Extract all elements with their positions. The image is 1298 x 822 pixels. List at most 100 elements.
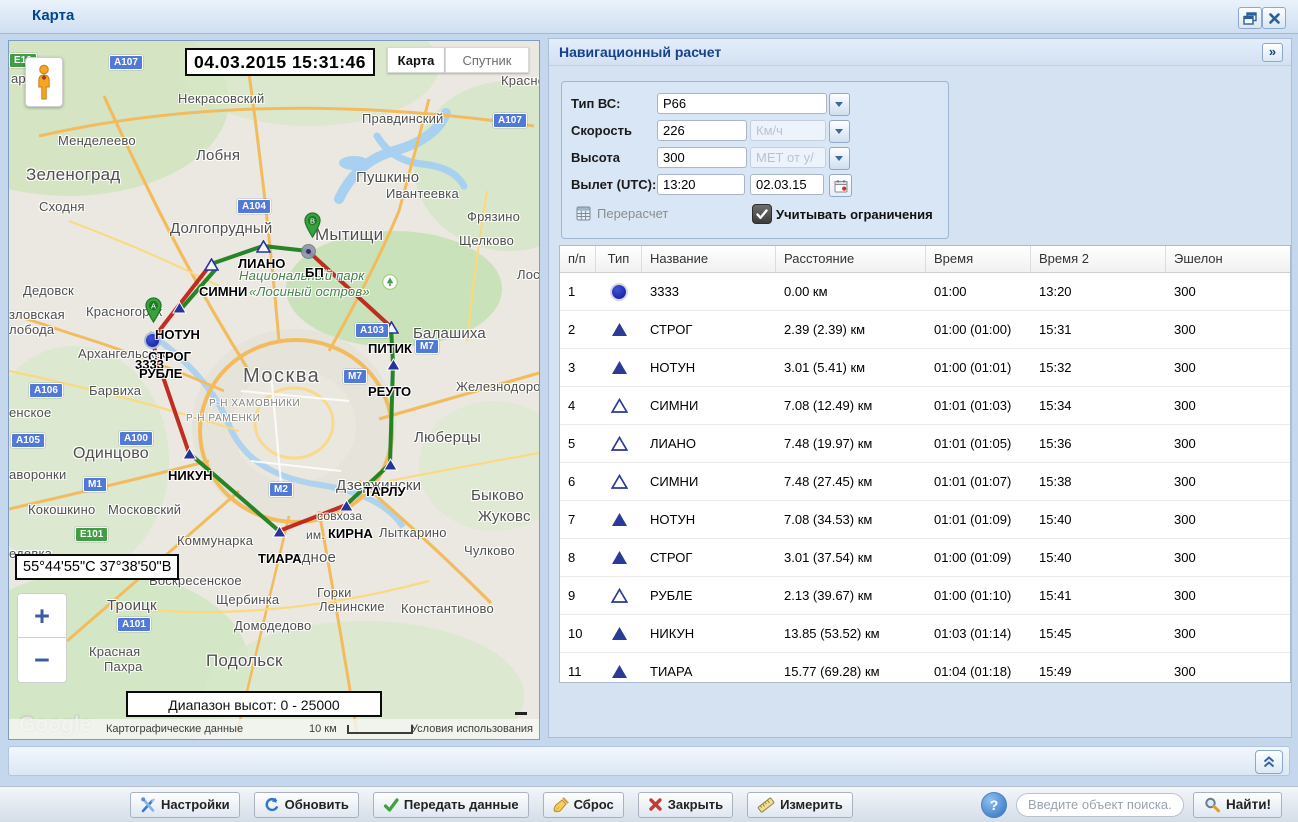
flight-level: 300 bbox=[1166, 284, 1290, 299]
row-number: 4 bbox=[560, 398, 596, 413]
table-row[interactable]: 7НОТУН7.08 (34.53) км01:01 (01:09)15:403… bbox=[560, 501, 1290, 539]
time2: 15:34 bbox=[1031, 398, 1166, 413]
close-button[interactable]: Закрыть bbox=[638, 792, 733, 818]
distance: 7.08 (12.49) км bbox=[776, 398, 926, 413]
time: 01:03 (01:14) bbox=[926, 626, 1031, 641]
reset-button-label: Сброс bbox=[574, 797, 614, 812]
refresh-button[interactable]: Обновить bbox=[254, 792, 359, 818]
table-row[interactable]: 8СТРОГ3.01 (37.54) км01:00 (01:09)15:403… bbox=[560, 539, 1290, 577]
help-button[interactable]: ? bbox=[981, 792, 1007, 818]
distance: 15.77 (69.28) км bbox=[776, 664, 926, 679]
marker-pin-a[interactable]: A bbox=[145, 297, 162, 323]
zoom-out-button[interactable]: − bbox=[17, 638, 67, 683]
altitude-input[interactable] bbox=[657, 147, 747, 168]
table-row[interactable]: 10НИКУН13.85 (53.52) км01:03 (01:14)15:4… bbox=[560, 615, 1290, 653]
distance: 2.13 (39.67) км bbox=[776, 588, 926, 603]
table-row[interactable]: 4СИМНИ7.08 (12.49) км01:01 (01:03)15:343… bbox=[560, 387, 1290, 425]
table-row[interactable]: 133330.00 км01:0013:20300 bbox=[560, 273, 1290, 311]
flight-level: 300 bbox=[1166, 512, 1290, 527]
zoom-control: + − bbox=[17, 593, 67, 683]
altitude-unit-dropdown-button[interactable] bbox=[829, 147, 850, 170]
row-number: 5 bbox=[560, 436, 596, 451]
distance: 0.00 км bbox=[776, 284, 926, 299]
status-bar bbox=[8, 746, 1290, 776]
map-view-button[interactable]: Карта bbox=[387, 47, 445, 73]
route-table-header: п/пТипНазваниеРасстояниеВремяВремя 2Эшел… bbox=[560, 246, 1290, 273]
table-row[interactable]: 11ТИАРА15.77 (69.28) км01:04 (01:18)15:4… bbox=[560, 653, 1290, 683]
column-header-1[interactable]: Тип bbox=[596, 246, 642, 272]
column-header-2[interactable]: Название bbox=[642, 246, 776, 272]
restore-window-button[interactable] bbox=[1238, 7, 1262, 29]
table-row[interactable]: 2СТРОГ2.39 (2.39) км01:00 (01:00)15:3130… bbox=[560, 311, 1290, 349]
terms-link[interactable]: Условия использования bbox=[411, 723, 533, 735]
time2: 15:38 bbox=[1031, 474, 1166, 489]
column-header-5[interactable]: Время 2 bbox=[1031, 246, 1166, 272]
speed-input[interactable] bbox=[657, 120, 747, 141]
pegman-control[interactable] bbox=[25, 57, 63, 107]
collapse-statusbar-button[interactable] bbox=[1255, 750, 1283, 774]
marker-pin-b[interactable]: B bbox=[304, 212, 321, 238]
column-header-6[interactable]: Эшелон bbox=[1166, 246, 1290, 272]
row-number: 9 bbox=[560, 588, 596, 603]
map[interactable]: аровоНекрасовскийМенделеевоПравдинскийЛо… bbox=[8, 40, 540, 740]
departure-time-input[interactable] bbox=[657, 174, 745, 195]
waypoint-name: СИМНИ bbox=[642, 398, 776, 413]
waypoint-name: НОТУН bbox=[642, 360, 776, 375]
waypoint-name: РУБЛЕ bbox=[642, 588, 776, 603]
column-header-0[interactable]: п/п bbox=[560, 246, 596, 272]
route-table-body: 133330.00 км01:0013:203002СТРОГ2.39 (2.3… bbox=[560, 273, 1290, 683]
time: 01:04 (01:18) bbox=[926, 664, 1031, 679]
map-datetime: 04.03.2015 15:31:46 bbox=[185, 48, 375, 76]
calendar-button[interactable] bbox=[829, 174, 852, 197]
coordinates-display: 55°44'55"С 37°38'50"В bbox=[15, 554, 179, 580]
map-pins-layer: AB bbox=[9, 41, 539, 739]
refresh-icon bbox=[264, 797, 280, 813]
speed-unit-dropdown-button[interactable] bbox=[829, 120, 850, 143]
column-header-4[interactable]: Время bbox=[926, 246, 1031, 272]
window-titlebar: Карта bbox=[0, 0, 1298, 34]
find-button[interactable]: Найти! bbox=[1193, 792, 1282, 818]
bottom-toolbar: Настройки Обновить Передать данные Сброс Зак… bbox=[0, 786, 1298, 822]
waypoint-triangle-filled bbox=[596, 626, 642, 641]
waypoint-triangle-outline bbox=[596, 588, 642, 603]
distance: 7.48 (19.97) км bbox=[776, 436, 926, 451]
measure-button[interactable]: Измерить bbox=[747, 792, 853, 818]
time2: 15:45 bbox=[1031, 626, 1166, 641]
flight-level: 300 bbox=[1166, 626, 1290, 641]
transmit-button[interactable]: Передать данные bbox=[373, 792, 529, 818]
search-input[interactable] bbox=[1016, 793, 1184, 817]
close-window-button[interactable] bbox=[1262, 7, 1286, 29]
restrictions-label: Учитывать ограничения bbox=[776, 207, 933, 222]
departure-label: Вылет (UTC): bbox=[571, 177, 656, 192]
row-number: 3 bbox=[560, 360, 596, 375]
distance: 3.01 (5.41) км bbox=[776, 360, 926, 375]
park-poi-icon[interactable] bbox=[382, 274, 398, 290]
panel-header: Навигационный расчет » bbox=[549, 39, 1291, 66]
column-header-3[interactable]: Расстояние bbox=[776, 246, 926, 272]
recalculate-button[interactable]: Перерасчет bbox=[576, 206, 668, 221]
settings-icon bbox=[140, 797, 156, 813]
altitude-slider-handle[interactable] bbox=[515, 712, 527, 715]
table-row[interactable]: 3НОТУН3.01 (5.41) км01:00 (01:01)15:3230… bbox=[560, 349, 1290, 387]
satellite-view-button[interactable]: Спутник bbox=[445, 47, 529, 73]
waypoint-triangle-outline bbox=[596, 436, 642, 451]
aircraft-type-dropdown-button[interactable] bbox=[829, 93, 850, 116]
settings-button[interactable]: Настройки bbox=[130, 792, 240, 818]
row-number: 11 bbox=[560, 664, 596, 679]
time2: 15:41 bbox=[1031, 588, 1166, 603]
time2: 15:40 bbox=[1031, 550, 1166, 565]
reset-button[interactable]: Сброс bbox=[543, 792, 624, 818]
table-row[interactable]: 5ЛИАНО7.48 (19.97) км01:01 (01:05)15:363… bbox=[560, 425, 1290, 463]
zoom-in-button[interactable]: + bbox=[17, 593, 67, 638]
height-range-box: Диапазон высот: 0 - 25000 bbox=[126, 691, 382, 717]
restrictions-checkbox[interactable] bbox=[752, 204, 772, 224]
table-row[interactable]: 6СИМНИ7.48 (27.45) км01:01 (01:07)15:383… bbox=[560, 463, 1290, 501]
collapse-panel-button[interactable]: » bbox=[1262, 43, 1283, 62]
aircraft-type-input[interactable] bbox=[657, 93, 827, 114]
recalculate-label: Перерасчет bbox=[597, 206, 668, 221]
time2: 15:32 bbox=[1031, 360, 1166, 375]
table-row[interactable]: 9РУБЛЕ2.13 (39.67) км01:00 (01:10)15:413… bbox=[560, 577, 1290, 615]
calculator-icon bbox=[576, 206, 591, 221]
distance: 2.39 (2.39) км bbox=[776, 322, 926, 337]
departure-date-input[interactable] bbox=[750, 174, 824, 195]
